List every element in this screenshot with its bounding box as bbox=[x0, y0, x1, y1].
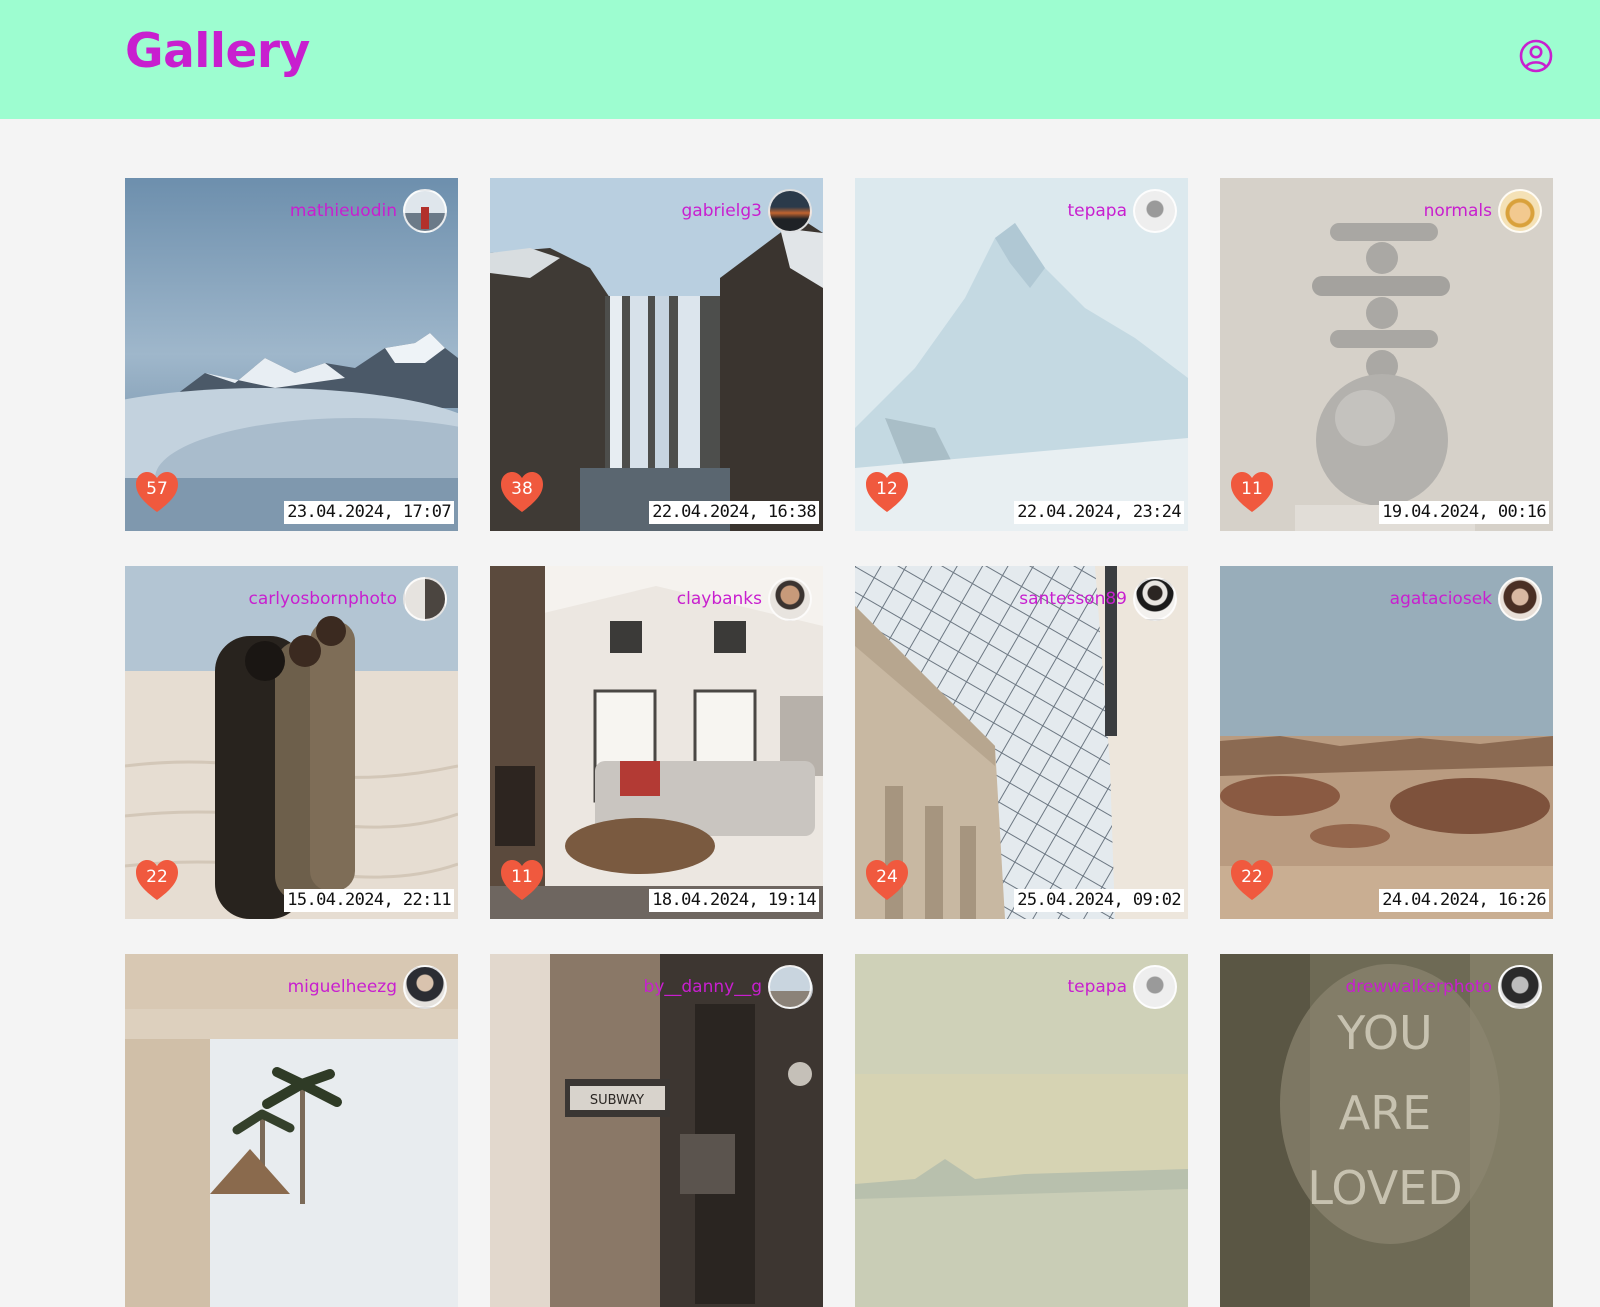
like-count: 11 bbox=[1241, 479, 1263, 499]
author[interactable]: drewwalkerphoto bbox=[1345, 965, 1542, 1009]
photo-card[interactable]: normals 11 19.04.2024, 00:16 bbox=[1220, 178, 1553, 531]
author-name[interactable]: tepapa bbox=[1067, 977, 1127, 997]
author-name[interactable]: carlyosbornphoto bbox=[249, 589, 397, 609]
author-avatar[interactable] bbox=[403, 577, 447, 621]
like-count: 11 bbox=[511, 867, 533, 887]
like-count: 22 bbox=[1241, 867, 1263, 887]
author-avatar[interactable] bbox=[768, 189, 812, 233]
photo-card[interactable]: tepapa 12 22.04.2024, 23:24 bbox=[855, 178, 1188, 531]
author-avatar[interactable] bbox=[1498, 965, 1542, 1009]
photo-card[interactable]: claybanks 11 18.04.2024, 19:14 bbox=[490, 566, 823, 919]
svg-text:LOVED: LOVED bbox=[1307, 1161, 1462, 1215]
photo-card[interactable]: agataciosek 22 24.04.2024, 16:26 bbox=[1220, 566, 1553, 919]
like-button[interactable]: 22 bbox=[1230, 859, 1274, 901]
gallery-grid: mathieuodin 57 23.04.2024, 17:07 gabriel… bbox=[0, 0, 1600, 1307]
like-button[interactable]: 11 bbox=[1230, 471, 1274, 513]
author[interactable]: mathieuodin bbox=[290, 189, 447, 233]
author[interactable]: miguelheezg bbox=[288, 965, 447, 1009]
like-count: 24 bbox=[876, 867, 898, 887]
author-avatar[interactable] bbox=[1133, 965, 1177, 1009]
svg-text:SUBWAY: SUBWAY bbox=[590, 1093, 644, 1108]
like-count: 38 bbox=[511, 479, 533, 499]
author-name[interactable]: claybanks bbox=[677, 589, 762, 609]
author-name[interactable]: by__danny__g bbox=[644, 977, 762, 997]
photo-card[interactable]: miguelheezg bbox=[125, 954, 458, 1307]
author-name[interactable]: gabrielg3 bbox=[681, 201, 762, 221]
photo-card[interactable]: SUBWAY by__danny__g bbox=[490, 954, 823, 1307]
like-button[interactable]: 22 bbox=[135, 859, 179, 901]
photo-card[interactable]: santesson89 24 25.04.2024, 09:02 bbox=[855, 566, 1188, 919]
svg-text:YOU: YOU bbox=[1336, 1006, 1432, 1060]
photo-card[interactable]: carlyosbornphoto 22 15.04.2024, 22:11 bbox=[125, 566, 458, 919]
author-name[interactable]: santesson89 bbox=[1019, 589, 1127, 609]
author-name[interactable]: normals bbox=[1424, 201, 1492, 221]
author-avatar[interactable] bbox=[768, 965, 812, 1009]
author[interactable]: by__danny__g bbox=[644, 965, 812, 1009]
author-avatar[interactable] bbox=[403, 965, 447, 1009]
like-count: 57 bbox=[146, 479, 168, 499]
svg-text:ARE: ARE bbox=[1339, 1086, 1432, 1140]
photo-card[interactable]: YOU ARE LOVED drewwalkerphoto bbox=[1220, 954, 1553, 1307]
author-name[interactable]: drewwalkerphoto bbox=[1345, 977, 1492, 997]
like-count: 22 bbox=[146, 867, 168, 887]
author[interactable]: tepapa bbox=[1067, 965, 1177, 1009]
like-button[interactable]: 11 bbox=[500, 859, 544, 901]
author-name[interactable]: tepapa bbox=[1067, 201, 1127, 221]
author[interactable]: agataciosek bbox=[1390, 577, 1542, 621]
author-avatar[interactable] bbox=[1498, 577, 1542, 621]
author-avatar[interactable] bbox=[1133, 577, 1177, 621]
author-name[interactable]: mathieuodin bbox=[290, 201, 397, 221]
like-button[interactable]: 38 bbox=[500, 471, 544, 513]
author-avatar[interactable] bbox=[768, 577, 812, 621]
author-avatar[interactable] bbox=[1133, 189, 1177, 233]
photo-date: 22.04.2024, 16:38 bbox=[649, 501, 819, 524]
photo-date: 23.04.2024, 17:07 bbox=[284, 501, 454, 524]
author[interactable]: normals bbox=[1424, 189, 1542, 233]
photo-card[interactable]: gabrielg3 38 22.04.2024, 16:38 bbox=[490, 178, 823, 531]
photo-date: 18.04.2024, 19:14 bbox=[649, 889, 819, 912]
author[interactable]: tepapa bbox=[1067, 189, 1177, 233]
photo-card[interactable]: tepapa bbox=[855, 954, 1188, 1307]
like-button[interactable]: 57 bbox=[135, 471, 179, 513]
author-name[interactable]: miguelheezg bbox=[288, 977, 397, 997]
photo-date: 19.04.2024, 00:16 bbox=[1379, 501, 1549, 524]
like-button[interactable]: 12 bbox=[865, 471, 909, 513]
photo-date: 22.04.2024, 23:24 bbox=[1014, 501, 1184, 524]
photo-date: 15.04.2024, 22:11 bbox=[284, 889, 454, 912]
photo-date: 25.04.2024, 09:02 bbox=[1014, 889, 1184, 912]
author[interactable]: santesson89 bbox=[1019, 577, 1177, 621]
author[interactable]: gabrielg3 bbox=[681, 189, 812, 233]
author[interactable]: carlyosbornphoto bbox=[249, 577, 447, 621]
author-avatar[interactable] bbox=[1498, 189, 1542, 233]
photo-date: 24.04.2024, 16:26 bbox=[1379, 889, 1549, 912]
like-count: 12 bbox=[876, 479, 898, 499]
author-name[interactable]: agataciosek bbox=[1390, 589, 1492, 609]
photo-card[interactable]: mathieuodin 57 23.04.2024, 17:07 bbox=[125, 178, 458, 531]
author[interactable]: claybanks bbox=[677, 577, 812, 621]
like-button[interactable]: 24 bbox=[865, 859, 909, 901]
author-avatar[interactable] bbox=[403, 189, 447, 233]
